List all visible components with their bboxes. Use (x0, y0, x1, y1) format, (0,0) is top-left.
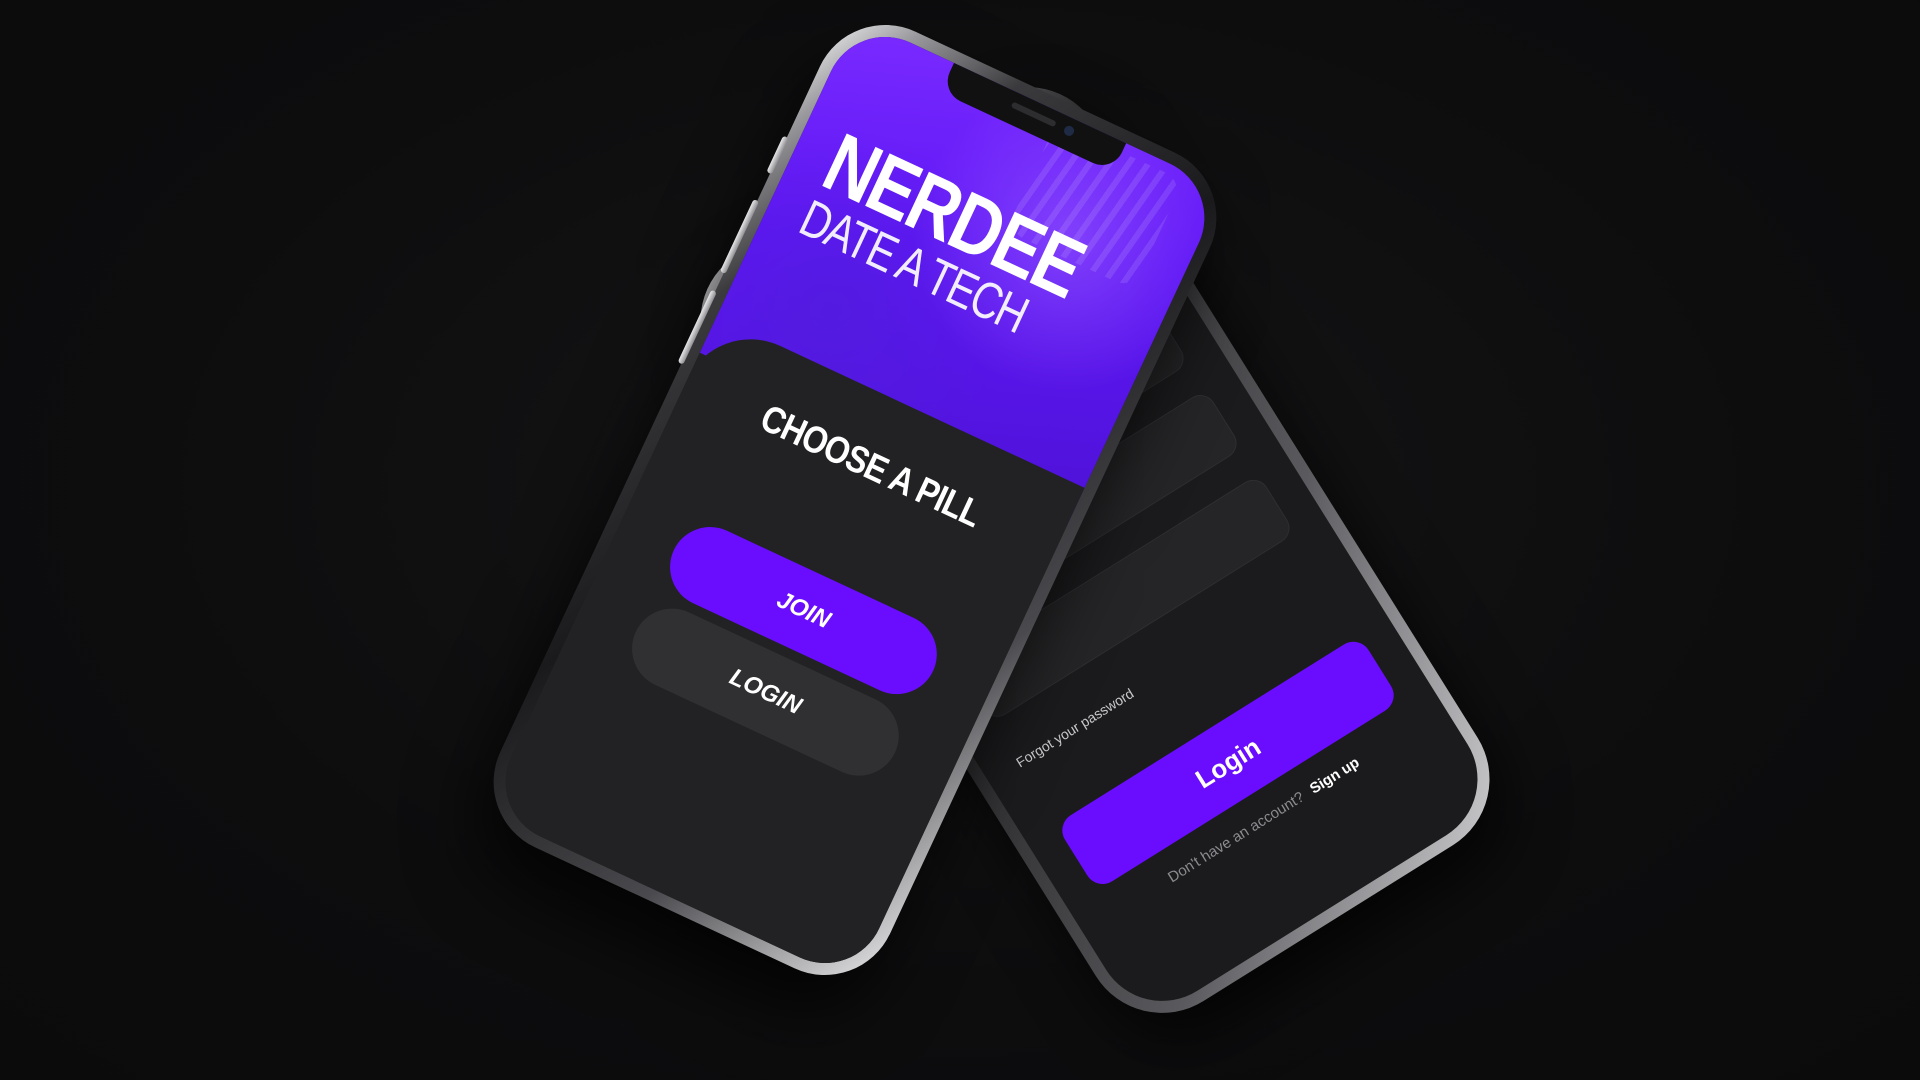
signup-link[interactable]: Sign up (1307, 754, 1363, 798)
mockup-scene: ‹ Lo Forgot your password Login Don't ha… (0, 0, 1920, 1080)
camera-icon (1062, 124, 1076, 138)
